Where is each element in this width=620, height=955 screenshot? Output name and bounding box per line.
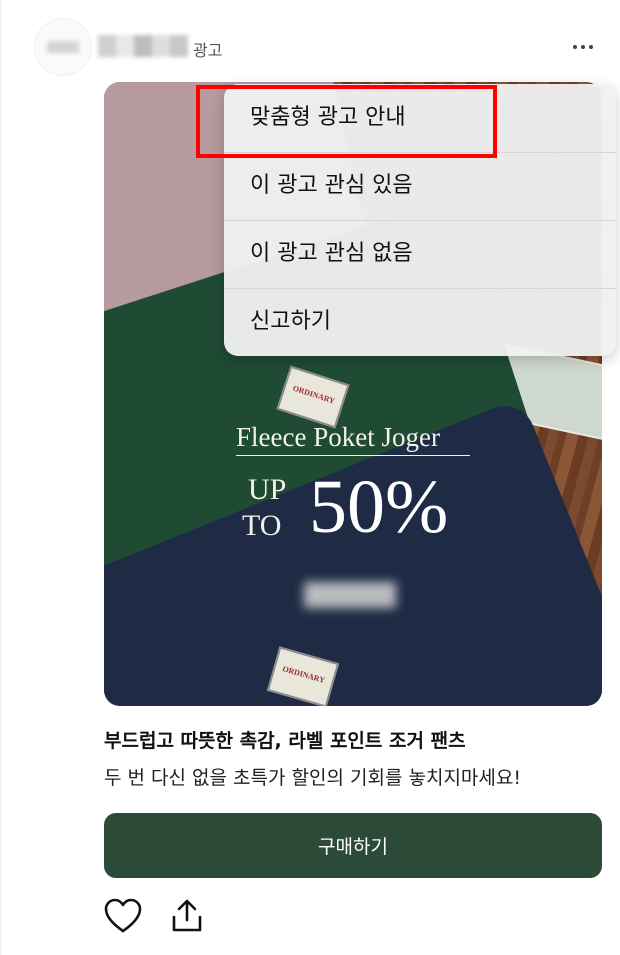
heart-icon[interactable] bbox=[104, 898, 142, 934]
ad-headline: Fleece Poket Joger bbox=[236, 422, 470, 456]
dot-icon bbox=[589, 45, 593, 49]
buy-button[interactable]: 구매하기 bbox=[104, 813, 602, 878]
avatar[interactable] bbox=[34, 18, 92, 76]
dot-icon bbox=[573, 45, 577, 49]
menu-item-not-interested[interactable]: 이 광고 관심 없음 bbox=[224, 220, 616, 288]
post-title: 부드럽고 따뜻한 촉감, 라벨 포인트 조거 팬츠 bbox=[104, 730, 466, 752]
menu-item-report[interactable]: 신고하기 bbox=[224, 288, 616, 356]
promo-up: UP bbox=[248, 473, 287, 506]
brand-name-blurred bbox=[304, 582, 396, 608]
left-divider bbox=[0, 0, 2, 955]
more-options-button[interactable] bbox=[567, 33, 599, 61]
advertiser-name-blurred[interactable] bbox=[98, 35, 188, 57]
share-icon[interactable] bbox=[170, 898, 204, 934]
post-description: 두 번 다신 없을 초특가 할인의 기회를 놓치지마세요! bbox=[104, 767, 521, 789]
menu-item-interested[interactable]: 이 광고 관심 있음 bbox=[224, 152, 616, 220]
promo-percent: 50% bbox=[309, 465, 449, 549]
dot-icon bbox=[581, 45, 585, 49]
avatar-blur bbox=[47, 41, 79, 53]
highlight-box bbox=[196, 85, 497, 158]
post-header: 광고 bbox=[0, 0, 620, 80]
ad-badge: 광고 bbox=[193, 41, 223, 60]
promo-to: TO bbox=[242, 509, 282, 542]
